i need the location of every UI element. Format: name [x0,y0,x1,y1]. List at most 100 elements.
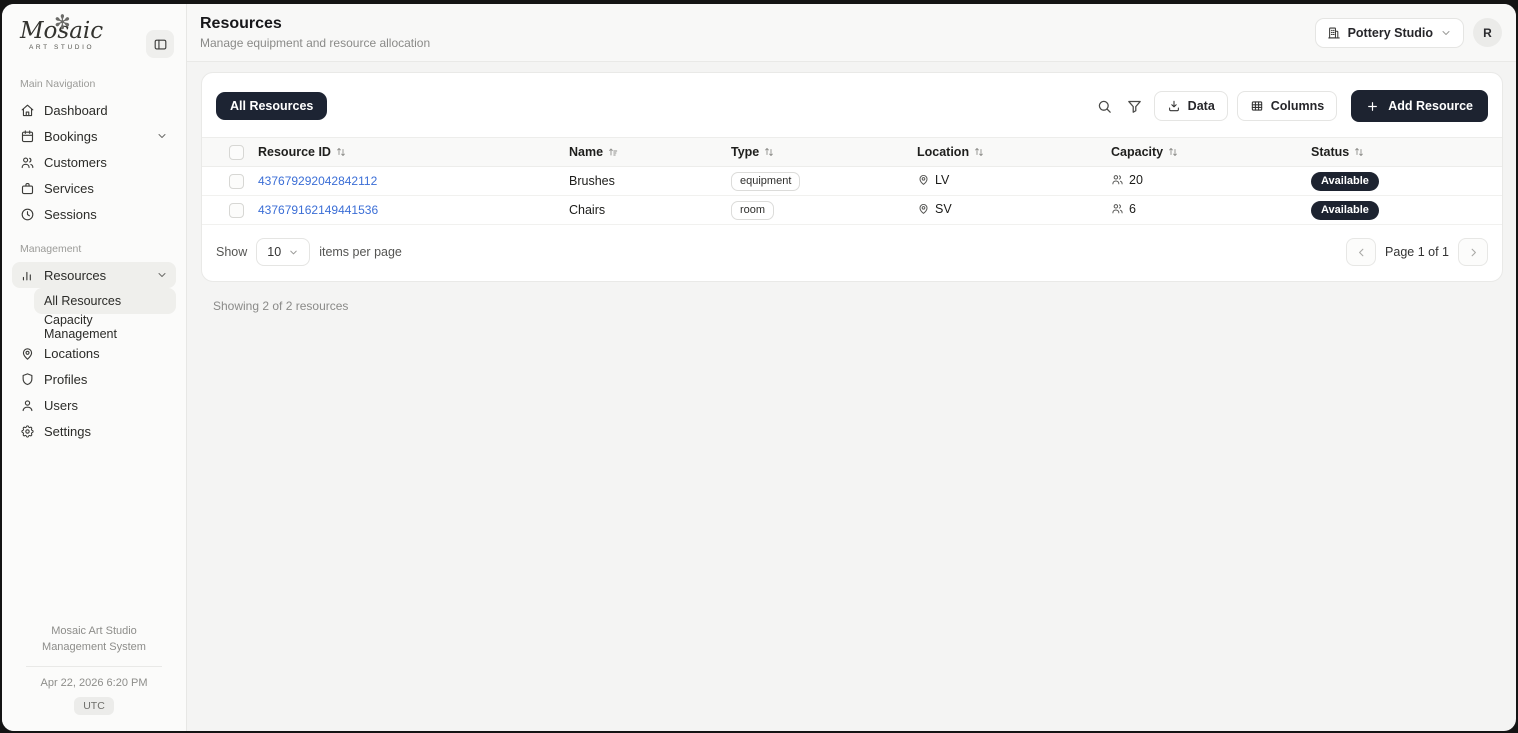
sidebar-item-dashboard[interactable]: Dashboard [12,97,176,123]
sidebar-item-label: Profiles [44,372,87,387]
sidebar-item-capacity-management[interactable]: Capacity Management [34,314,176,340]
prev-page-button[interactable] [1346,238,1376,266]
table-row: 437679162149441536 Chairs room SV 6 Avai… [202,196,1502,225]
filter-button[interactable] [1124,96,1145,117]
sidebar-item-label: Customers [44,155,107,170]
table-row: 437679292042842112 Brushes equipment LV … [202,167,1502,196]
sidebar-item-settings[interactable]: Settings [12,418,176,444]
sidebar-item-all-resources[interactable]: All Resources [34,288,176,314]
resource-id-link[interactable]: 437679162149441536 [258,203,378,217]
management-label: Management [20,243,168,255]
sidebar-item-locations[interactable]: Locations [12,340,176,366]
columns-grid-icon [1250,99,1264,113]
status-badge: Available [1311,172,1379,191]
panel-left-icon [153,37,168,52]
columns-button[interactable]: Columns [1237,91,1337,121]
resource-name: Brushes [569,174,615,188]
sidebar-item-sessions[interactable]: Sessions [12,201,176,227]
sidebar-item-label: Locations [44,346,100,361]
sort-icon [1353,146,1365,158]
next-page-button[interactable] [1458,238,1488,266]
map-pin-icon [917,202,930,215]
sidebar: ✻ Mosaic ART STUDIO Main Navigation Dash… [2,4,187,731]
sidebar-item-label: Capacity Management [44,313,166,341]
type-badge: room [731,201,774,220]
users-icon [1111,173,1124,186]
add-resource-button[interactable]: Add Resource [1351,90,1488,122]
page-subtitle: Manage equipment and resource allocation [200,36,430,50]
tab-all-resources[interactable]: All Resources [216,92,327,120]
sidebar-item-resources[interactable]: Resources [12,262,176,288]
map-pin-icon [20,346,35,361]
sidebar-item-profiles[interactable]: Profiles [12,366,176,392]
sidebar-item-bookings[interactable]: Bookings [12,123,176,149]
sidebar-item-users[interactable]: Users [12,392,176,418]
home-icon [20,103,35,118]
plus-icon [1366,100,1379,113]
mandala-icon: ✻ [54,13,71,33]
add-resource-label: Add Resource [1388,99,1473,113]
gear-icon [20,424,35,439]
status-badge: Available [1311,201,1379,220]
calendar-icon [20,129,35,144]
chevron-down-icon [156,130,168,142]
chevron-down-icon [156,269,168,281]
resources-table: Resource ID Name Type Location Capacity … [202,137,1502,225]
download-icon [1167,99,1181,113]
sidebar-item-customers[interactable]: Customers [12,149,176,175]
column-header-name[interactable]: Name [569,145,619,159]
column-header-location[interactable]: Location [917,145,985,159]
footer-line1: Mosaic Art Studio [12,624,176,640]
show-label: Show [216,245,247,259]
columns-button-label: Columns [1271,99,1324,113]
select-all-checkbox[interactable] [229,145,244,160]
footer-datetime: Apr 22, 2026 6:20 PM [12,677,176,689]
sidebar-item-label: Settings [44,424,91,439]
sidebar-item-label: Dashboard [44,103,108,118]
users-icon [20,155,35,170]
items-per-page-label: items per page [319,245,402,259]
results-summary: Showing 2 of 2 resources [213,299,1503,313]
data-export-button[interactable]: Data [1154,91,1228,121]
sidebar-footer: Mosaic Art Studio Management System Apr … [12,624,176,715]
sidebar-item-label: Bookings [44,129,97,144]
resource-capacity: 20 [1129,173,1143,187]
page-header: Resources Manage equipment and resource … [187,4,1516,62]
sidebar-toggle-button[interactable] [146,30,174,58]
sidebar-item-label: Sessions [44,207,97,222]
user-avatar[interactable]: R [1473,18,1502,47]
workspace-selector[interactable]: Pottery Studio [1315,18,1464,48]
pagination-bar: Show 10 items per page Page 1 of 1 [202,225,1502,281]
page-info: Page 1 of 1 [1385,245,1449,259]
chevron-right-icon [1467,246,1480,259]
column-header-type[interactable]: Type [731,145,775,159]
sort-icon [1167,146,1179,158]
type-badge: equipment [731,172,800,191]
column-header-resource-id[interactable]: Resource ID [258,145,347,159]
sort-ascending-icon [607,146,619,158]
sidebar-item-services[interactable]: Services [12,175,176,201]
column-header-capacity[interactable]: Capacity [1111,145,1179,159]
shield-icon [20,372,35,387]
resource-location: SV [935,202,952,216]
search-button[interactable] [1094,96,1115,117]
resources-card: All Resources Data [201,72,1503,282]
funnel-icon [1126,98,1143,115]
table-header-row: Resource ID Name Type Location Capacity … [202,138,1502,167]
sidebar-item-label: Users [44,398,78,413]
column-header-status[interactable]: Status [1311,145,1365,159]
main-nav-label: Main Navigation [20,78,168,90]
page-size-select[interactable]: 10 [256,238,310,266]
row-checkbox[interactable] [229,203,244,218]
sort-icon [763,146,775,158]
resource-id-link[interactable]: 437679292042842112 [258,174,377,188]
content-area: All Resources Data [187,62,1516,731]
footer-line2: Management System [12,640,176,656]
row-checkbox[interactable] [229,174,244,189]
chevron-down-icon [288,247,299,258]
map-pin-icon [917,173,930,186]
page-size-value: 10 [267,245,281,259]
briefcase-icon [20,181,35,196]
clock-icon [20,207,35,222]
sidebar-item-label: Resources [44,268,106,283]
